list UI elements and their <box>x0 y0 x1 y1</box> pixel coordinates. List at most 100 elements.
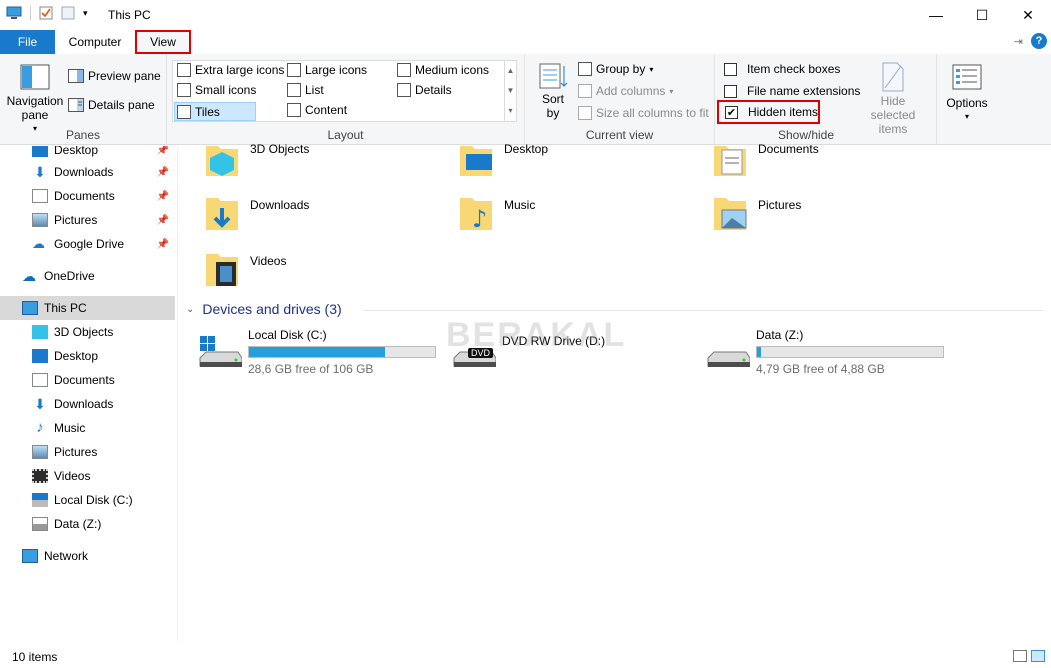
layout-extra-large-icons[interactable]: Extra large icons <box>177 63 284 77</box>
minimize-button[interactable]: — <box>913 0 959 30</box>
hidden-items-checkbox[interactable]: ✔ <box>725 105 738 119</box>
documents-folder-icon <box>714 146 746 176</box>
folder-name: Downloads <box>250 198 310 212</box>
nav-item-label: Google Drive <box>54 237 125 251</box>
size-columns-label: Size all columns to fit <box>596 106 709 120</box>
preview-pane-label: Preview pane <box>88 69 161 83</box>
group-by-button[interactable]: Group by ▾ <box>578 62 653 76</box>
properties-icon[interactable] <box>39 6 53 20</box>
nav-item-network[interactable]: Network <box>0 544 175 568</box>
nav-item-desktop[interactable]: Desktop <box>0 344 175 368</box>
nav-item-pictures[interactable]: Pictures <box>0 440 175 464</box>
ribbon-tabs: File Computer View ⇥ ? <box>0 30 1051 54</box>
onedrive-cloud-icon: ☁ <box>22 268 36 284</box>
maximize-button[interactable]: ☐ <box>959 0 1005 30</box>
small-icons-icon <box>177 83 191 97</box>
layout-list[interactable]: List <box>287 83 324 97</box>
hidden-items-label: Hidden items <box>747 105 818 119</box>
layout-tiles[interactable]: Tiles <box>174 102 256 121</box>
show-hide-group: Item check boxes File name extensions ✔ … <box>715 54 937 145</box>
drive-usage-fill <box>249 347 385 357</box>
folder-tile[interactable]: ♪ Music <box>432 194 672 244</box>
large-icons-view-toggle-icon[interactable] <box>1031 650 1045 662</box>
nav-item-pictures-quick[interactable]: Pictures 📌 <box>0 208 175 232</box>
layout-large-icons[interactable]: Large icons <box>287 63 367 77</box>
preview-pane-button[interactable]: Preview pane <box>68 69 161 83</box>
svg-text:♪: ♪ <box>472 205 487 233</box>
size-columns-icon <box>578 106 592 120</box>
navigation-pane-label: Navigation pane <box>6 94 64 122</box>
nav-item-data-drive[interactable]: Data (Z:) <box>0 512 175 536</box>
panes-group-label: Panes <box>65 128 101 142</box>
qat-separator <box>30 6 31 20</box>
nav-item-label: This PC <box>44 301 87 315</box>
panes-group: Navigation pane ▾ Preview pane Details p… <box>0 54 167 145</box>
hide-selected-items-button[interactable]: Hide selected items <box>855 62 931 136</box>
medium-icons-icon <box>397 63 411 77</box>
folder-tile[interactable]: Pictures <box>686 194 926 244</box>
group-by-icon <box>578 62 592 76</box>
file-name-extensions-option[interactable]: File name extensions <box>724 84 860 98</box>
nav-item-music[interactable]: ♪ Music <box>0 416 175 440</box>
pin-ribbon-icon[interactable]: ⇥ <box>1014 35 1023 48</box>
drive-tile-local-disk[interactable]: Local Disk (C:) 28,6 GB free of 106 GB <box>198 328 458 378</box>
file-name-extensions-checkbox[interactable] <box>724 84 737 98</box>
nav-item-google-drive[interactable]: ☁ Google Drive 📌 <box>0 232 175 256</box>
nav-item-this-pc[interactable]: This PC <box>0 296 175 320</box>
nav-item-label: Downloads <box>54 165 114 179</box>
help-icon[interactable]: ? <box>1031 33 1047 49</box>
nav-item-documents-quick[interactable]: Documents 📌 <box>0 184 175 208</box>
drive-name: Local Disk (C:) <box>248 328 327 342</box>
new-folder-icon[interactable] <box>61 6 75 20</box>
nav-item-onedrive[interactable]: ☁ OneDrive <box>0 264 175 288</box>
layout-option-label: Small icons <box>195 83 257 97</box>
layout-option-label: Content <box>305 103 348 117</box>
hidden-items-option[interactable]: ✔ Hidden items <box>717 100 820 124</box>
item-check-boxes-option[interactable]: Item check boxes <box>724 62 840 76</box>
layout-gallery-scroll[interactable]: ▲ ▼ ▾ <box>504 61 516 121</box>
item-check-boxes-checkbox[interactable] <box>724 62 737 76</box>
nav-item-label: Pictures <box>54 213 98 227</box>
folder-tile[interactable]: Desktop <box>432 138 672 188</box>
nav-item-label: Pictures <box>54 445 98 459</box>
options-button[interactable]: Options ▾ <box>941 64 993 124</box>
sort-by-button[interactable]: Sort by <box>535 62 571 120</box>
nav-item-videos[interactable]: Videos <box>0 464 175 488</box>
add-columns-button[interactable]: Add columns ▾ <box>578 84 673 98</box>
drive-tile-data[interactable]: Data (Z:) 4,79 GB free of 4,88 GB <box>706 328 966 378</box>
details-pane-button[interactable]: Details pane <box>68 98 155 112</box>
nav-item-label: Documents <box>54 189 115 203</box>
navigation-pane-button[interactable]: Navigation pane ▾ <box>6 64 64 136</box>
nav-item-downloads[interactable]: ⬇ Downloads <box>0 392 175 416</box>
network-icon <box>22 549 38 563</box>
windows-drive-icon <box>32 493 48 507</box>
size-columns-button[interactable]: Size all columns to fit <box>578 106 709 120</box>
folder-name: Music <box>504 198 536 212</box>
pin-icon: 📌 <box>156 166 169 178</box>
nav-item-documents[interactable]: Documents <box>0 368 175 392</box>
folder-tile[interactable]: Documents <box>686 138 926 188</box>
item-check-boxes-label: Item check boxes <box>747 62 841 76</box>
nav-item-downloads-quick[interactable]: ⬇ Downloads 📌 <box>0 160 175 184</box>
tab-view[interactable]: View <box>135 30 191 54</box>
tab-computer[interactable]: Computer <box>55 30 135 54</box>
close-button[interactable]: ✕ <box>1005 0 1051 30</box>
folder-tile[interactable]: 3D Objects <box>178 138 418 188</box>
devices-section-header[interactable]: ⌄ Devices and drives (3) <box>186 301 342 317</box>
folder-tile[interactable]: Downloads <box>178 194 418 244</box>
nav-item-local-disk[interactable]: Local Disk (C:) <box>0 488 175 512</box>
tab-file[interactable]: File <box>0 30 55 54</box>
this-pc-icon[interactable] <box>6 6 22 20</box>
nav-item-label: Desktop <box>54 146 99 157</box>
folder-tile[interactable]: Videos <box>178 250 418 300</box>
drive-usage-fill <box>757 347 761 357</box>
qat-dropdown-icon[interactable]: ▾ <box>83 8 88 19</box>
layout-medium-icons[interactable]: Medium icons <box>397 63 489 77</box>
layout-details[interactable]: Details <box>397 83 452 97</box>
drive-usage-bar <box>248 346 436 358</box>
nav-item-3d-objects[interactable]: 3D Objects <box>0 320 175 344</box>
pin-icon: 📌 <box>156 146 169 156</box>
details-view-toggle-icon[interactable] <box>1013 650 1027 662</box>
layout-content[interactable]: Content <box>287 103 347 117</box>
layout-small-icons[interactable]: Small icons <box>177 83 256 97</box>
